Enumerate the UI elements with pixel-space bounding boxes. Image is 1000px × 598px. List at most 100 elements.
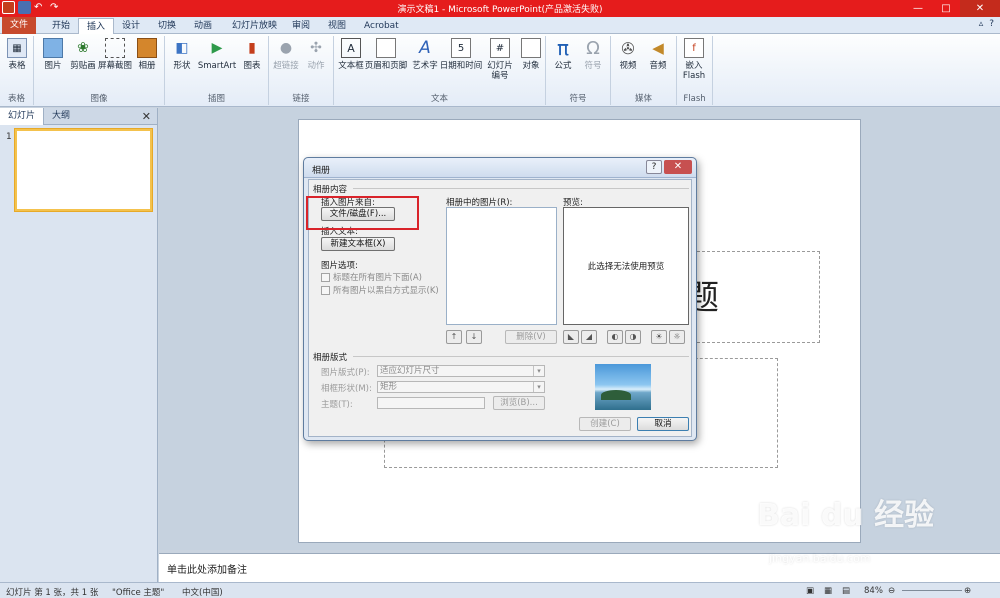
dialog-help-button[interactable]: ? [646, 160, 662, 174]
audio-button[interactable]: ◀ 音频 [641, 38, 675, 71]
group-text: A 文本框 页眉和页脚 A 艺术字 5 日期和时间 # 幻灯片编号 对象 文本 [334, 36, 546, 105]
rotate-left-icon[interactable]: ◣ [563, 330, 579, 344]
group-table: ▦ 表格 表格 [0, 36, 34, 105]
header-footer-button[interactable]: 页眉和页脚 [365, 38, 407, 71]
group-images: 图片 ❀ 剪贴画 屏幕截图 相册 图像 [34, 36, 165, 105]
group-flash: f 嵌入Flash Flash [677, 36, 713, 105]
slide-thumbnail[interactable] [15, 129, 152, 211]
tab-slides[interactable]: 幻灯片 [0, 108, 45, 125]
window-title: 演示文稿1 - Microsoft PowerPoint(产品激活失败) [397, 5, 603, 15]
chevron-down-icon: ▾ [533, 382, 544, 392]
language[interactable]: 中文(中国) [182, 586, 223, 598]
wordart-button[interactable]: A 艺术字 [408, 38, 442, 71]
brightness-up-icon[interactable]: ☀ [651, 330, 667, 344]
zoom-in-icon[interactable]: ⊕ [964, 586, 971, 596]
date-time-button[interactable]: 5 日期和时间 [440, 38, 482, 71]
create-button[interactable]: 创建(C) [579, 417, 631, 431]
screenshot-icon [105, 38, 125, 58]
normal-view-icon[interactable]: ▣ [806, 586, 814, 596]
picture-options-label: 图片选项: [321, 261, 358, 271]
cancel-button[interactable]: 取消 [637, 417, 689, 431]
frame-shape-select[interactable]: 矩形 ▾ [377, 381, 545, 393]
picture-button[interactable]: 图片 [36, 38, 70, 71]
object-icon [521, 38, 541, 58]
caption-below-checkbox[interactable]: 标题在所有图片下面(A) [321, 271, 422, 283]
chart-button[interactable]: ▮ 图表 [235, 38, 269, 71]
close-icon[interactable]: ✕ [142, 110, 151, 123]
zoom-level[interactable]: 84% [864, 586, 883, 596]
equation-button[interactable]: π 公式 [546, 36, 580, 71]
remove-button[interactable]: 删除(V) [505, 330, 557, 344]
black-white-checkbox[interactable]: 所有图片以黑白方式显示(K) [321, 284, 439, 296]
zoom-slider[interactable] [902, 590, 962, 591]
preview-message: 此选择无法使用预览 [587, 262, 665, 272]
flash-icon: f [684, 38, 704, 58]
hyperlink-button[interactable]: ● 超链接 [269, 38, 303, 71]
ribbon: ▦ 表格 表格 图片 ❀ 剪贴画 屏幕截图 相册 图像 ◧ 形状 ▶ Smart… [0, 34, 1000, 107]
pictures-listbox[interactable] [446, 207, 557, 325]
photo-album-button[interactable]: 相册 [130, 38, 164, 71]
new-textbox-button[interactable]: 新建文本框(X) [321, 237, 395, 251]
brightness-down-icon[interactable]: ☼ [669, 330, 685, 344]
omega-icon: Ω [586, 37, 600, 59]
watermark-logo: Bai du 经验 [757, 498, 935, 533]
picture-layout-select[interactable]: 适应幻灯片尺寸 ▾ [377, 365, 545, 377]
minimize-button[interactable]: — [904, 0, 932, 17]
smartart-button[interactable]: ▶ SmartArt [198, 38, 236, 71]
theme-label: 主题(T): [321, 400, 353, 410]
divider [353, 356, 689, 357]
tab-home[interactable]: 开始 [44, 18, 78, 34]
album-content-heading: 相册内容 [313, 185, 348, 195]
tab-design[interactable]: 设计 [114, 18, 148, 34]
tab-transitions[interactable]: 切换 [150, 18, 184, 34]
annotation-highlight-box [306, 196, 419, 230]
move-up-button[interactable]: ↑ [446, 330, 462, 344]
frame-shape-label: 相框形状(M): [321, 384, 372, 394]
contrast-down-icon[interactable]: ◑ [625, 330, 641, 344]
slide-thumbnail-number: 1 [6, 132, 12, 142]
screenshot-button[interactable]: 屏幕截图 [98, 38, 132, 71]
move-down-button[interactable]: ↓ [466, 330, 482, 344]
dialog-close-button[interactable]: ✕ [664, 160, 692, 174]
rotate-right-icon[interactable]: ◢ [581, 330, 597, 344]
object-button[interactable]: 对象 [514, 38, 548, 71]
slides-panel: 幻灯片 大纲 ✕ 1 [0, 108, 158, 582]
tab-slideshow[interactable]: 幻灯片放映 [224, 18, 285, 34]
close-window-button[interactable]: ✕ [960, 0, 1000, 17]
hyperlink-icon: ● [279, 40, 293, 56]
group-illustrations: ◧ 形状 ▶ SmartArt ▮ 图表 插图 [165, 36, 269, 105]
zoom-out-icon[interactable]: ⊖ [888, 586, 895, 596]
help-icon[interactable]: ? [989, 19, 994, 29]
tab-file[interactable]: 文件 [2, 17, 36, 34]
maximize-button[interactable]: □ [932, 0, 960, 17]
contrast-up-icon[interactable]: ◐ [607, 330, 623, 344]
embed-flash-button[interactable]: f 嵌入Flash [677, 38, 711, 81]
table-button[interactable]: ▦ 表格 [0, 38, 34, 71]
group-media: ✇ 视频 ◀ 音频 媒体 [611, 36, 677, 105]
tab-review[interactable]: 审阅 [284, 18, 318, 34]
checkbox-box [321, 285, 330, 295]
textbox-button[interactable]: A 文本框 [334, 38, 368, 71]
video-button[interactable]: ✇ 视频 [611, 38, 645, 72]
slide-number-button[interactable]: # 幻灯片编号 [482, 38, 518, 81]
browse-button[interactable]: 浏览(B)... [493, 396, 545, 410]
ribbon-tabs: 文件 开始 插入 设计 切换 动画 幻灯片放映 审阅 视图 Acrobat ▵ … [0, 17, 1000, 35]
table-icon: ▦ [7, 38, 27, 58]
group-symbols: π 公式 Ω 符号 符号 [546, 36, 611, 105]
action-button[interactable]: ✣ 动作 [299, 38, 333, 71]
symbol-button[interactable]: Ω 符号 [576, 37, 610, 72]
shapes-button[interactable]: ◧ 形状 [165, 38, 199, 71]
tab-view[interactable]: 视图 [320, 18, 354, 34]
ribbon-minimize-icon[interactable]: ▵ [979, 19, 984, 29]
tab-animations[interactable]: 动画 [186, 18, 220, 34]
reading-view-icon[interactable]: ▤ [842, 586, 850, 596]
pi-icon: π [556, 36, 570, 60]
slide-sorter-icon[interactable]: ▦ [824, 586, 832, 596]
tab-acrobat[interactable]: Acrobat [356, 18, 407, 34]
baidu-watermark: Bai du 经验 jingyan.baidu.com [757, 490, 957, 580]
clipart-button[interactable]: ❀ 剪贴画 [66, 38, 100, 71]
tab-outline[interactable]: 大纲 [44, 108, 78, 125]
tab-insert[interactable]: 插入 [78, 18, 115, 35]
dialog-title-bar: 相册 ? ✕ [304, 158, 696, 178]
theme-input[interactable] [377, 397, 485, 409]
